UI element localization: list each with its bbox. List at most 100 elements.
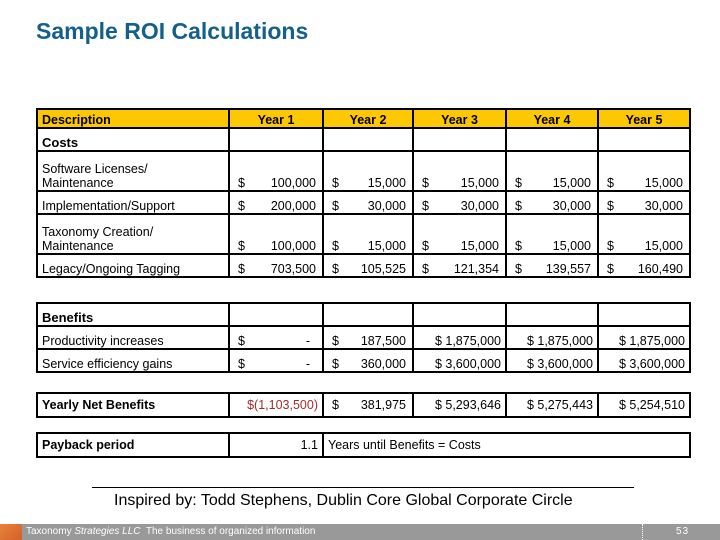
footer-company-italic: Strategies LLC xyxy=(74,526,141,537)
value-cell: $ 3,600,000 xyxy=(505,348,599,373)
value-cell: $ 5,254,510 xyxy=(597,392,691,418)
footer-separator xyxy=(642,524,643,540)
table-row: Taxonomy Creation/Maintenance $100,000 $… xyxy=(36,213,691,255)
amount: 100,000 xyxy=(270,239,316,253)
amount: 187,500 xyxy=(360,334,406,348)
header-year-4: Year 4 xyxy=(505,108,599,129)
row-label-line: Taxonomy Creation/ xyxy=(42,225,154,239)
empty-cell xyxy=(597,127,691,152)
row-label: Software Licenses/Maintenance xyxy=(36,150,230,192)
page-number: 53 xyxy=(676,526,690,537)
table-row: Payback period 1.1 Years until Benefits … xyxy=(36,432,691,458)
footer-text: Taxonomy Strategies LLC The business of … xyxy=(26,526,315,537)
value-cell: $ - xyxy=(228,348,324,373)
row-label: Service efficiency gains xyxy=(36,348,230,373)
footer-company: Taxonomy xyxy=(26,526,75,537)
value-cell: $105,525 xyxy=(322,253,414,278)
value-cell: $15,000 xyxy=(322,213,414,255)
footer-bar: Taxonomy Strategies LLC The business of … xyxy=(0,524,720,540)
value-cell: $187,500 xyxy=(322,325,414,350)
amount: 15,000 xyxy=(552,176,591,190)
currency-symbol: $ xyxy=(515,176,522,190)
currency-symbol: $ xyxy=(238,176,245,190)
table-row: Legacy/Ongoing Tagging $703,500 $105,525… xyxy=(36,253,691,278)
amount: - xyxy=(305,357,310,371)
currency-symbol: $ xyxy=(332,199,339,213)
value-cell: $30,000 xyxy=(597,190,691,215)
value-cell: $ 1,875,000 xyxy=(505,325,599,350)
currency-symbol: $ xyxy=(238,262,245,276)
value-cell: $15,000 xyxy=(505,213,599,255)
payback-table: Payback period 1.1 Years until Benefits … xyxy=(36,432,691,458)
table-row: Productivity increases $ - $187,500 $ 1,8… xyxy=(36,325,691,350)
value-cell: $703,500 xyxy=(228,253,324,278)
amount: 15,000 xyxy=(367,239,406,253)
table-row: Implementation/Support $200,000 $30,000 … xyxy=(36,190,691,215)
footer-tagline: The business of organized information xyxy=(140,526,316,537)
empty-cell xyxy=(322,127,414,152)
currency-symbol: $ xyxy=(238,239,245,253)
value-cell: $381,975 xyxy=(322,392,414,418)
currency-symbol: $ xyxy=(422,199,429,213)
currency-symbol: $ xyxy=(607,262,614,276)
value-cell: $ 5,293,646 xyxy=(412,392,507,418)
header-year-1: Year 1 xyxy=(228,108,324,129)
currency-symbol: $ xyxy=(332,176,339,190)
amount: 30,000 xyxy=(644,199,683,213)
amount: 30,000 xyxy=(552,199,591,213)
payback-value: 1.1 xyxy=(228,432,324,458)
value-cell: $ 3,600,000 xyxy=(412,348,507,373)
currency-symbol: $ xyxy=(332,239,339,253)
currency-symbol: $ xyxy=(515,199,522,213)
header-year-3: Year 3 xyxy=(412,108,507,129)
value-cell: $121,354 xyxy=(412,253,507,278)
empty-cell xyxy=(322,302,414,327)
page-title: Sample ROI Calculations xyxy=(36,18,309,44)
amount: 30,000 xyxy=(460,199,499,213)
net-benefits-label: Yearly Net Benefits xyxy=(36,392,230,418)
header-year-5: Year 5 xyxy=(597,108,691,129)
value-cell: $ 1,875,000 xyxy=(412,325,507,350)
value-cell: $ 5,275,443 xyxy=(505,392,599,418)
currency-symbol: $ xyxy=(332,262,339,276)
amount: 100,000 xyxy=(270,176,316,190)
net-benefits-table: Yearly Net Benefits $(1,103,500) $381,97… xyxy=(36,392,691,418)
currency-symbol: $ xyxy=(607,199,614,213)
currency-symbol: $ xyxy=(332,334,339,348)
amount: 15,000 xyxy=(460,176,499,190)
value-cell: $15,000 xyxy=(412,213,507,255)
empty-cell xyxy=(505,302,599,327)
row-label: Implementation/Support xyxy=(36,190,230,215)
amount: 200,000 xyxy=(270,199,316,213)
empty-cell xyxy=(228,127,324,152)
amount: 121,354 xyxy=(453,262,499,276)
value-cell: $15,000 xyxy=(322,150,414,192)
table-row: Software Licenses/Maintenance $100,000 $… xyxy=(36,150,691,192)
benefits-section-label: Benefits xyxy=(36,302,230,327)
credit-text: Inspired by: Todd Stephens, Dublin Core … xyxy=(114,492,573,509)
amount: 381,975 xyxy=(360,398,406,412)
value-cell: $ 3,600,000 xyxy=(597,348,691,373)
payback-note: Years until Benefits = Costs xyxy=(322,432,691,458)
amount: - xyxy=(305,334,310,348)
divider-line xyxy=(92,487,634,488)
amount: 160,490 xyxy=(637,262,683,276)
value-cell: $15,000 xyxy=(412,150,507,192)
value-cell: $200,000 xyxy=(228,190,324,215)
row-label: Productivity increases xyxy=(36,325,230,350)
amount: 30,000 xyxy=(367,199,406,213)
costs-section-label: Costs xyxy=(36,127,230,152)
empty-cell xyxy=(412,302,507,327)
row-label-line: Maintenance xyxy=(42,176,114,190)
costs-section-row: Costs xyxy=(36,127,691,152)
currency-symbol: $ xyxy=(607,239,614,253)
amount: 105,525 xyxy=(360,262,406,276)
row-label: Taxonomy Creation/Maintenance xyxy=(36,213,230,255)
row-label: Legacy/Ongoing Tagging xyxy=(36,253,230,278)
currency-symbol: $ xyxy=(422,239,429,253)
empty-cell xyxy=(505,127,599,152)
amount: 139,557 xyxy=(545,262,591,276)
value-cell: $139,557 xyxy=(505,253,599,278)
value-cell: $ - xyxy=(228,325,324,350)
currency-symbol: $ xyxy=(238,357,245,371)
